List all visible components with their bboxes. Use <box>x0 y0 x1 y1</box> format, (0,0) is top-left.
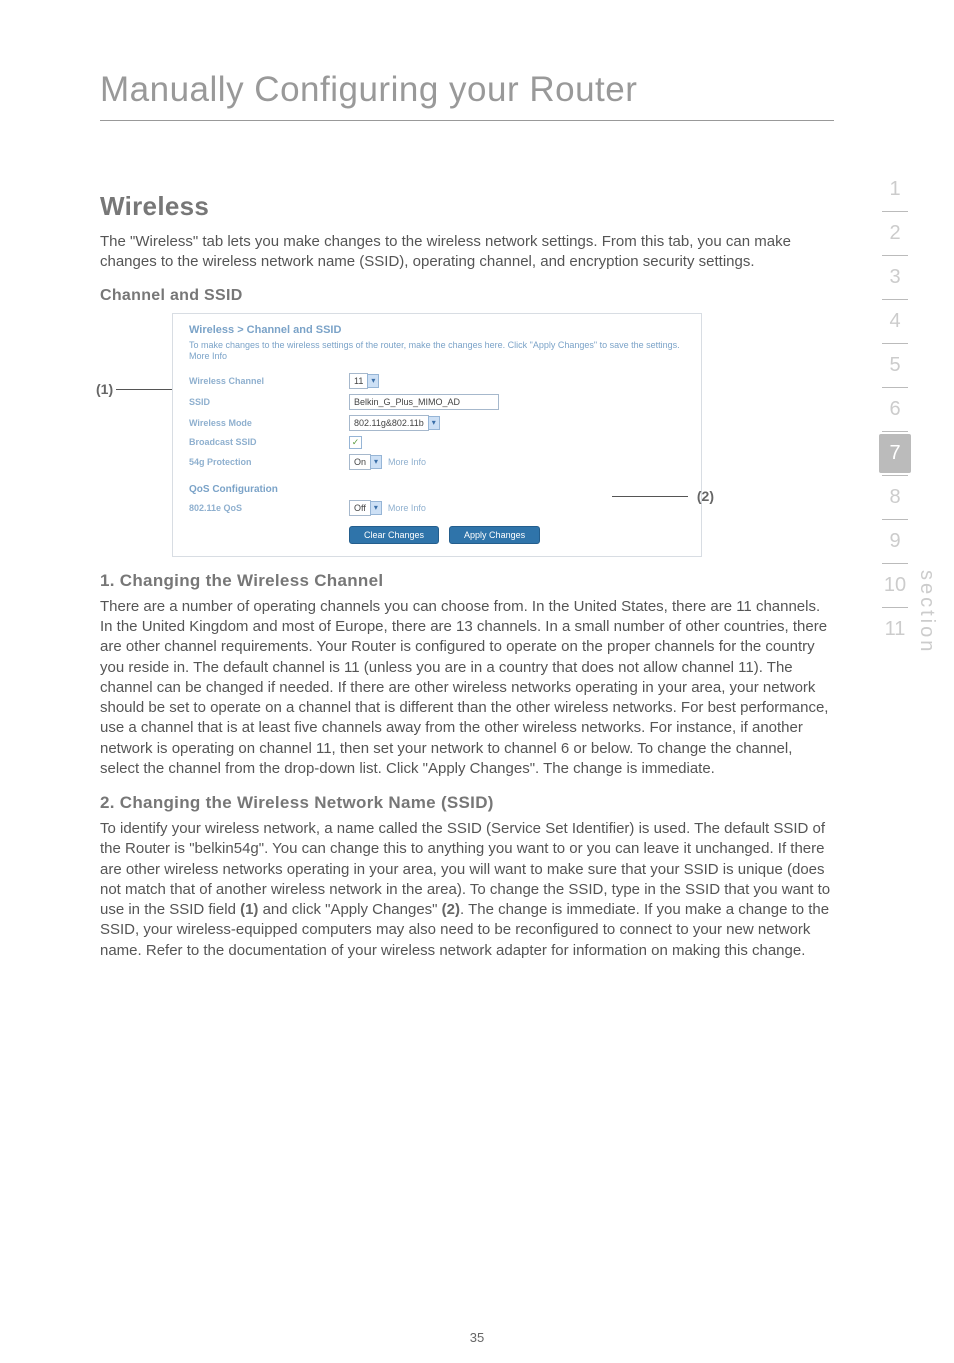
broadcast-ssid-checkbox[interactable]: ✓ <box>349 436 362 449</box>
channel-ssid-heading: Channel and SSID <box>100 287 834 305</box>
tab-separator <box>882 519 908 520</box>
tab-separator <box>882 211 908 212</box>
section-tab-11[interactable]: 11 <box>879 610 911 649</box>
wireless-mode-label: Wireless Mode <box>189 418 349 428</box>
section-tab-10[interactable]: 10 <box>879 566 911 605</box>
tab-separator <box>882 607 908 608</box>
section-vertical-label: section <box>915 570 938 654</box>
tab-separator <box>882 387 908 388</box>
tab-separator <box>882 563 908 564</box>
qos-label: 802.11e QoS <box>189 503 349 513</box>
callout-line-1 <box>116 389 172 390</box>
apply-changes-button[interactable]: Apply Changes <box>449 526 540 544</box>
ref-1: (1) <box>240 901 258 918</box>
qos-heading: QoS Configuration <box>189 484 685 495</box>
tab-separator <box>882 299 908 300</box>
protection-label: 54g Protection <box>189 457 349 467</box>
panel-breadcrumb: Wireless > Channel and SSID <box>189 324 685 336</box>
section-tab-4[interactable]: 4 <box>879 302 911 341</box>
section-tab-9[interactable]: 9 <box>879 522 911 561</box>
chevron-down-icon[interactable]: ▾ <box>370 455 382 469</box>
wireless-channel-select[interactable]: 11 <box>349 373 368 389</box>
page-number: 35 <box>470 1330 484 1345</box>
ssid-label: SSID <box>189 397 349 407</box>
callout-line-2 <box>612 496 688 497</box>
more-info-link[interactable]: More Info <box>388 457 426 467</box>
broadcast-ssid-label: Broadcast SSID <box>189 437 349 447</box>
callout-2: (2) <box>697 488 714 504</box>
section-2-heading: 2. Changing the Wireless Network Name (S… <box>100 793 834 813</box>
chevron-down-icon[interactable]: ▾ <box>428 416 440 430</box>
wireless-channel-label: Wireless Channel <box>189 376 349 386</box>
clear-changes-button[interactable]: Clear Changes <box>349 526 439 544</box>
chevron-down-icon[interactable]: ▾ <box>370 501 382 515</box>
panel-subtitle: To make changes to the wireless settings… <box>189 340 685 363</box>
more-info-link[interactable]: More Info <box>388 503 426 513</box>
section-tab-2[interactable]: 2 <box>879 214 911 253</box>
protection-select[interactable]: On <box>349 454 371 470</box>
qos-select[interactable]: Off <box>349 500 371 516</box>
chevron-down-icon[interactable]: ▾ <box>367 374 379 388</box>
section-tab-7[interactable]: 7 <box>879 434 911 473</box>
wireless-intro: The "Wireless" tab lets you make changes… <box>100 232 834 273</box>
wireless-mode-select[interactable]: 802.11g&802.11b <box>349 415 429 431</box>
section-tab-8[interactable]: 8 <box>879 478 911 517</box>
section-1-heading: 1. Changing the Wireless Channel <box>100 571 834 591</box>
section-2-body: To identify your wireless network, a nam… <box>100 819 834 961</box>
section-1-body: There are a number of operating channels… <box>100 597 834 779</box>
tab-separator <box>882 475 908 476</box>
tab-separator <box>882 343 908 344</box>
section-tab-3[interactable]: 3 <box>879 258 911 297</box>
ssid-input[interactable]: Belkin_G_Plus_MIMO_AD <box>349 394 499 410</box>
page-title: Manually Configuring your Router <box>100 70 834 121</box>
callout-1: (1) <box>96 381 113 397</box>
section-tab-6[interactable]: 6 <box>879 390 911 429</box>
screenshot-panel: Wireless > Channel and SSID To make chan… <box>172 313 702 557</box>
section-tab-5[interactable]: 5 <box>879 346 911 385</box>
tab-separator <box>882 255 908 256</box>
figure-channel-ssid: (1) (2) Wireless > Channel and SSID To m… <box>100 313 834 557</box>
wireless-heading: Wireless <box>100 191 834 222</box>
tab-separator <box>882 431 908 432</box>
ref-2: (2) <box>442 901 460 918</box>
section-tab-1[interactable]: 1 <box>879 170 911 209</box>
section-tabs: 1 2 3 4 5 6 7 8 9 10 11 <box>878 170 912 649</box>
